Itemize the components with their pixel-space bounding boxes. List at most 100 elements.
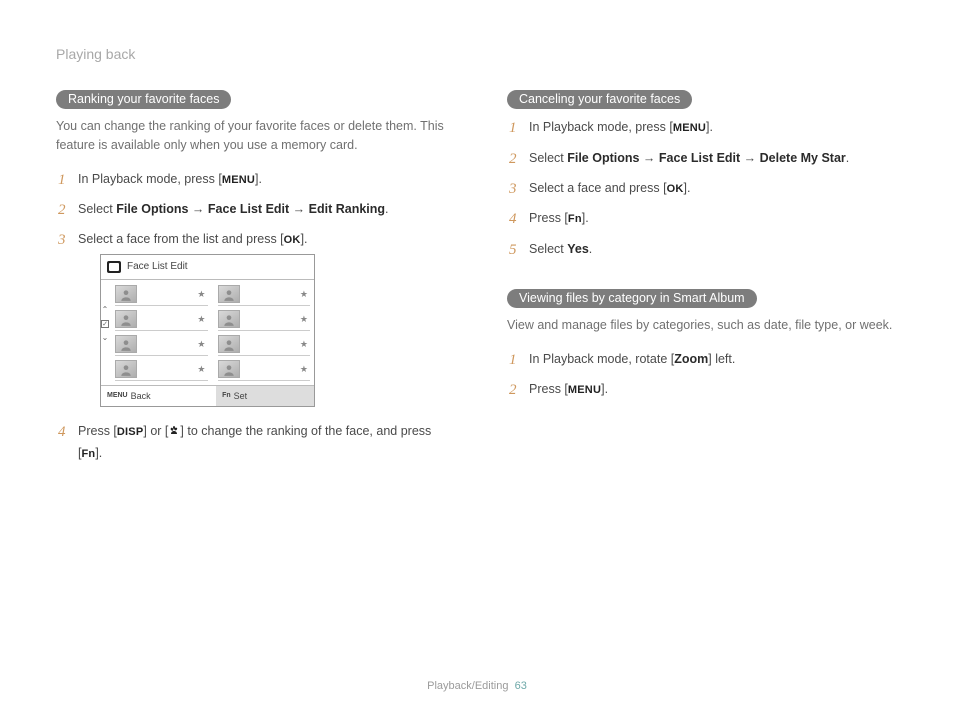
screen-title-bar: Face List Edit <box>101 255 314 280</box>
back-label: Back <box>131 389 151 403</box>
menu-button-label: MENU <box>222 174 255 186</box>
screen-footer: MENUBack FnSet <box>101 385 314 406</box>
star-icon: ★ <box>197 287 205 301</box>
text: Press [ <box>529 382 568 396</box>
text: → <box>289 202 308 216</box>
text: . <box>385 202 388 216</box>
text: In Playback mode, press [ <box>78 172 222 186</box>
star-icon: ★ <box>300 312 308 326</box>
text: In Playback mode, press [ <box>529 120 673 134</box>
face-icon <box>107 261 121 273</box>
text: Select a face and press [ <box>529 181 667 195</box>
face-cell: ★ <box>115 284 208 306</box>
face-thumb <box>115 335 137 353</box>
step-2: Select File Options → Face List Edit → E… <box>56 199 447 219</box>
step-3: Select a face and press [OK]. <box>507 178 898 199</box>
step-2: Press [MENU]. <box>507 379 898 400</box>
step-1: In Playback mode, press [MENU]. <box>56 169 447 190</box>
star-icon: ★ <box>197 337 205 351</box>
text: Edit Ranking <box>309 202 385 216</box>
ok-button-label: OK <box>284 234 301 246</box>
face-thumb <box>115 285 137 303</box>
text: . <box>846 151 849 165</box>
text: ]. <box>601 382 608 396</box>
text: In Playback mode, rotate [ <box>529 352 674 366</box>
section-intro: You can change the ranking of your favor… <box>56 117 447 155</box>
section-heading-canceling: Canceling your favorite faces <box>507 90 692 109</box>
fn-button-label: Fn <box>568 213 582 225</box>
text: Zoom <box>674 352 708 366</box>
face-cell: ★ <box>218 359 311 381</box>
text: Select <box>78 202 116 216</box>
step-1: In Playback mode, rotate [Zoom] left. <box>507 349 898 369</box>
star-icon: ★ <box>300 362 308 376</box>
text: File Options <box>116 202 188 216</box>
ok-button-label: OK <box>667 183 684 195</box>
menu-button-label: MENU <box>568 384 601 396</box>
text: ] or [ <box>143 424 168 438</box>
face-cell: ★ <box>115 359 208 381</box>
step-4: Press [Fn]. <box>507 208 898 229</box>
screen-title-text: Face List Edit <box>127 259 188 275</box>
star-icon: ★ <box>197 312 205 326</box>
text: ]. <box>301 232 308 246</box>
face-cell: ★ <box>115 309 208 331</box>
text: Press [ <box>529 211 568 225</box>
face-thumb <box>218 360 240 378</box>
star-icon: ★ <box>197 362 205 376</box>
face-thumb <box>115 360 137 378</box>
star-icon: ★ <box>300 287 308 301</box>
text: ]. <box>255 172 262 186</box>
text: ]. <box>684 181 691 195</box>
face-cell: ★ <box>218 309 311 331</box>
text: → <box>740 151 759 165</box>
text: Face List Edit <box>659 151 740 165</box>
text: Press [ <box>78 424 117 438</box>
chevron-down-icon: ⌄ <box>102 332 109 345</box>
set-label: Set <box>234 389 248 403</box>
face-cell: ★ <box>115 334 208 356</box>
face-thumb <box>115 310 137 328</box>
text: Yes <box>567 242 589 256</box>
star-icon: ★ <box>300 337 308 351</box>
fn-button-label: Fn <box>222 390 231 401</box>
nav-arrows: ⌃ ✓ ⌄ <box>101 304 109 346</box>
disp-button-label: DISP <box>117 426 143 438</box>
face-cell: ★ <box>218 334 311 356</box>
section-intro: View and manage files by categories, suc… <box>507 316 898 335</box>
text: Select a face from the list and press [ <box>78 232 284 246</box>
face-cell: ★ <box>218 284 311 306</box>
text: ]. <box>95 446 102 460</box>
step-5: Select Yes. <box>507 239 898 259</box>
text: ] left. <box>708 352 735 366</box>
step-2: Select File Options → Face List Edit → D… <box>507 148 898 168</box>
macro-flower-icon <box>168 423 180 443</box>
section-heading-smart-album: Viewing files by category in Smart Album <box>507 289 757 308</box>
step-1: In Playback mode, press [MENU]. <box>507 117 898 138</box>
page-number: 63 <box>515 680 527 692</box>
text: ]. <box>706 120 713 134</box>
text: ]. <box>582 211 589 225</box>
face-list-screen: Face List Edit ⌃ ✓ ⌄ ★ ★ ★ <box>100 254 315 407</box>
page-footer: Playback/Editing 63 <box>0 680 954 692</box>
face-thumb <box>218 310 240 328</box>
footer-section: Playback/Editing <box>427 680 508 692</box>
left-column: Ranking your favorite faces You can chan… <box>56 90 447 474</box>
text: → <box>639 151 658 165</box>
page-title: Playing back <box>56 46 898 62</box>
step-4: Press [DISP] or [] to change the ranking… <box>56 421 447 464</box>
step-3: Select a face from the list and press [O… <box>56 229 447 407</box>
right-column: Canceling your favorite faces In Playbac… <box>507 90 898 474</box>
text: Select <box>529 242 567 256</box>
menu-button-label: MENU <box>673 122 706 134</box>
text: Face List Edit <box>208 202 289 216</box>
text: Delete My Star <box>760 151 846 165</box>
menu-button-label: MENU <box>107 390 128 401</box>
face-thumb <box>218 285 240 303</box>
chevron-up-icon: ⌃ <box>102 304 109 317</box>
text: . <box>589 242 592 256</box>
checkbox-icon: ✓ <box>101 320 109 328</box>
text: → <box>188 202 207 216</box>
text: Select <box>529 151 567 165</box>
section-heading-ranking: Ranking your favorite faces <box>56 90 231 109</box>
